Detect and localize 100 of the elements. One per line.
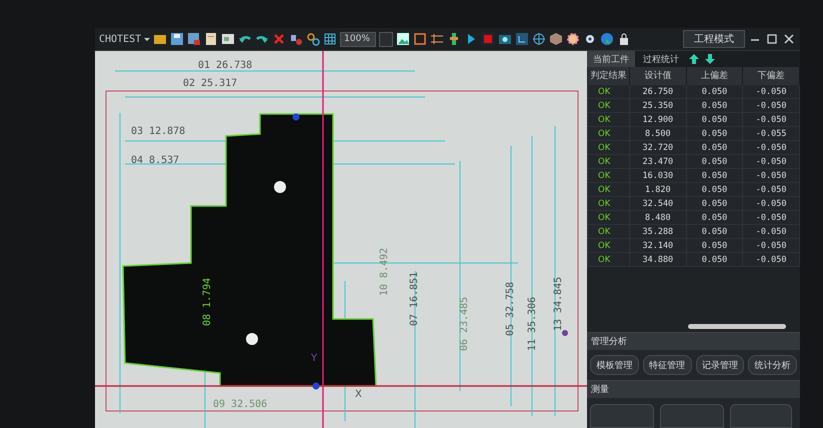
tab[interactable]: 当前工件 [587, 51, 635, 67]
image-icon[interactable] [396, 32, 410, 46]
dimension-label: 02 25.317 [183, 78, 238, 89]
link-icon[interactable] [306, 32, 320, 46]
table-cell: -0.050 [742, 238, 800, 252]
column-header: 设计值 [630, 67, 686, 84]
panel-button[interactable]: 记录管理 [696, 355, 744, 375]
zoom-field[interactable]: 100% [340, 32, 376, 46]
table-cell: -0.050 [742, 224, 800, 238]
table-cell: 8.480 [630, 210, 686, 224]
dimension-label: 07 16.851 [409, 272, 420, 326]
hole [246, 333, 258, 345]
table-cell: -0.050 [742, 210, 800, 224]
table-cell: 0.050 [686, 182, 743, 196]
table-cell: OK [588, 210, 630, 224]
point-marker [312, 382, 320, 390]
delete-icon[interactable] [272, 32, 286, 46]
measure-icon[interactable] [515, 32, 530, 46]
layout-icon[interactable] [413, 32, 428, 46]
point-marker [562, 330, 568, 336]
globe-icon[interactable] [600, 32, 614, 46]
select-all-icon[interactable] [289, 32, 304, 46]
table-cell: -0.050 [742, 98, 800, 112]
dimension-label: 10 8.492 [379, 248, 390, 296]
table-cell: OK [588, 126, 630, 140]
dimension-label: 08 1.794 [202, 278, 213, 326]
scrollbar-thumb[interactable] [688, 324, 786, 328]
column-header: 下偏差 [742, 67, 800, 84]
table-cell: 35.288 [630, 224, 686, 238]
hole [274, 181, 286, 193]
maximize-icon[interactable] [765, 32, 779, 46]
table-cell: OK [588, 140, 630, 154]
table-cell: 0.050 [686, 168, 743, 182]
report-icon[interactable] [221, 32, 236, 46]
table-cell: -0.050 [742, 196, 800, 210]
axis-label: Y [311, 353, 318, 364]
folder-icon[interactable] [153, 32, 168, 46]
table-cell: 0.050 [686, 196, 743, 210]
point-marker [292, 114, 300, 120]
table-cell: OK [588, 112, 630, 126]
dimension-label: 04 8.537 [131, 155, 180, 166]
table-cell: 16.030 [630, 168, 686, 182]
save-as-icon[interactable] [187, 32, 202, 46]
measurement-canvas[interactable]: 01 26.738 02 25.317 03 12.878 04 8.537 08 1.794 10 8.492 07 16.851 06 23.485 05 32.758 11 35.306 13 34.845 09 32.506 Y X [95, 51, 587, 428]
panel-button[interactable]: 特征管理 [642, 355, 692, 375]
table-cell: 0.050 [686, 112, 743, 126]
panel-button[interactable]: 模板管理 [590, 355, 639, 375]
close-icon[interactable] [782, 32, 796, 46]
table-cell: 0.050 [686, 140, 743, 154]
table-cell: 32.140 [630, 238, 686, 252]
section-header: 测量 [587, 380, 800, 398]
grid-icon[interactable] [323, 32, 338, 46]
section-header: 管理分析 [587, 332, 800, 350]
table-cell: -0.055 [742, 126, 800, 140]
table-cell: OK [588, 196, 630, 210]
dimension-label: 09 32.506 [213, 399, 268, 410]
dimension-label: 01 26.738 [198, 60, 252, 71]
table-cell: 0.050 [686, 238, 743, 252]
table-cell: 0.050 [686, 154, 743, 168]
table-cell: 0.050 [686, 84, 743, 98]
mode-button[interactable]: 工程模式 [683, 30, 745, 48]
table-cell: OK [588, 238, 630, 252]
table-cell: OK [588, 182, 630, 196]
dimension-label: 03 12.878 [131, 126, 186, 137]
camera-icon[interactable] [498, 32, 512, 46]
table-cell: 23.470 [630, 154, 686, 168]
table-cell: 8.500 [630, 126, 686, 140]
dimension-icon[interactable] [430, 32, 444, 46]
dimension-label: 13 34.845 [553, 276, 564, 331]
save-icon[interactable] [170, 32, 184, 46]
table-cell: 32.720 [630, 140, 686, 154]
panel-button[interactable]: 统计分析 [748, 355, 797, 375]
table-cell: -0.050 [742, 140, 800, 154]
dimension-label: 11 35.306 [527, 296, 538, 351]
table-cell: OK [588, 84, 630, 98]
table-cell: -0.050 [742, 168, 800, 182]
axis-label: X [355, 389, 362, 400]
table-cell: 12.900 [630, 112, 686, 126]
table-cell: -0.050 [742, 84, 800, 98]
document-icon[interactable] [204, 32, 218, 46]
table-cell: OK [588, 224, 630, 238]
column-header: 判定结果 [588, 67, 630, 84]
table-cell: 0.050 [686, 98, 743, 112]
table-cell: 26.750 [630, 84, 686, 98]
table-cell: OK [588, 98, 630, 112]
target-icon[interactable] [532, 32, 546, 46]
table-cell: 0.050 [686, 224, 743, 238]
down-arrow-icon[interactable] [703, 52, 717, 66]
table-cell: OK [588, 154, 630, 168]
table-cell: 25.350 [630, 98, 686, 112]
table-cell: 1.820 [630, 182, 686, 196]
gear-icon[interactable] [566, 32, 580, 46]
up-arrow-icon[interactable] [687, 52, 701, 66]
table-cell: 0.050 [686, 210, 743, 224]
table-cell: -0.050 [742, 112, 800, 126]
dimension-label: 05 32.758 [505, 282, 516, 336]
table-cell: OK [588, 168, 630, 182]
table-cell: -0.050 [742, 154, 800, 168]
table-cell: 0.050 [686, 126, 743, 140]
column-header: 上偏差 [686, 67, 743, 84]
